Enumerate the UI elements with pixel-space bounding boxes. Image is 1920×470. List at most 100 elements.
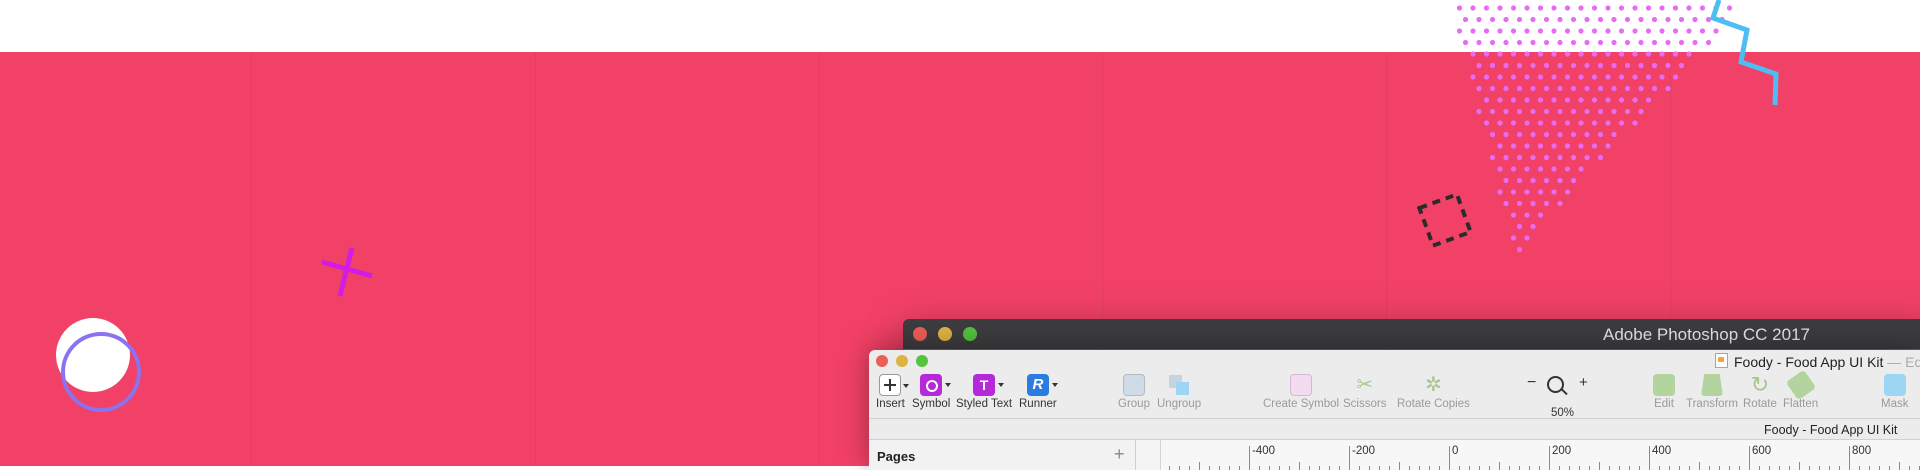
pattern-dot <box>1611 62 1617 69</box>
ruler-minor-tick <box>1669 466 1670 470</box>
pattern-dot <box>1510 28 1517 34</box>
pattern-dot <box>1564 120 1571 126</box>
pattern-dot <box>1578 5 1584 11</box>
pattern-dot <box>1570 62 1577 69</box>
pattern-dot <box>1462 16 1469 23</box>
ruler-minor-tick <box>1719 466 1720 470</box>
pattern-dot <box>1564 97 1571 103</box>
pattern-dot <box>1645 51 1652 57</box>
pattern-dot <box>1624 39 1631 46</box>
pattern-dot <box>1516 177 1523 184</box>
ruler-minor-tick <box>1889 466 1890 470</box>
styled-text-button[interactable]: T Styled Text <box>956 374 1012 410</box>
rotate-copies-icon: ✲ <box>1425 374 1442 396</box>
pattern-dot <box>1557 200 1563 207</box>
group-button[interactable]: Group <box>1118 374 1150 410</box>
pattern-dot <box>1516 85 1523 92</box>
pattern-dot <box>1516 200 1523 207</box>
pattern-dot <box>1516 131 1523 138</box>
pattern-dot <box>1530 62 1536 69</box>
runner-button[interactable]: R Runner <box>1019 374 1058 410</box>
dropdown-arrow-icon <box>945 383 952 387</box>
pattern-dot <box>1651 62 1658 69</box>
ruler-minor-tick <box>1329 466 1330 470</box>
zoom-out-button[interactable]: − <box>1527 374 1536 392</box>
pattern-dot <box>1551 189 1557 195</box>
mask-label: Mask <box>1881 398 1909 410</box>
pattern-dot <box>1510 97 1517 103</box>
create-symbol-button[interactable]: Create Symbol <box>1263 374 1339 410</box>
pattern-dot <box>1665 85 1671 92</box>
pattern-dot <box>1510 212 1517 218</box>
window-title: Adobe Photoshop CC 2017 <box>1603 325 1810 344</box>
zoom-in-button[interactable]: + <box>1579 374 1588 391</box>
edit-button[interactable]: Edit <box>1653 374 1675 410</box>
rotate-button[interactable]: ↻ Rotate <box>1743 374 1777 411</box>
pattern-dot <box>1578 166 1584 172</box>
pattern-dot <box>1570 16 1577 23</box>
magnifier-icon[interactable] <box>1547 376 1564 393</box>
plus-icon <box>879 374 910 396</box>
pattern-dot <box>1510 189 1517 195</box>
runner-icon: R <box>1026 374 1058 396</box>
scissors-button[interactable]: ✂ Scissors <box>1343 374 1386 410</box>
transform-button[interactable]: Transform <box>1686 374 1738 410</box>
dropdown-arrow-icon <box>998 383 1005 387</box>
pattern-dot <box>1584 85 1590 92</box>
pattern-dot <box>1537 97 1544 103</box>
pattern-dot <box>1516 62 1523 69</box>
close-button[interactable] <box>913 327 927 341</box>
pattern-dot <box>1543 39 1550 46</box>
pattern-dot <box>1524 143 1530 149</box>
ruler-label: -200 <box>1352 445 1376 457</box>
close-button[interactable] <box>876 355 888 367</box>
mask-button[interactable]: Mask <box>1881 374 1908 410</box>
pattern-dot <box>1537 189 1544 195</box>
ruler-minor-tick <box>1369 466 1370 470</box>
pattern-dot <box>1557 62 1563 69</box>
zoom-button[interactable] <box>963 327 977 341</box>
ruler-minor-tick <box>1489 466 1490 470</box>
pattern-dot <box>1543 16 1550 23</box>
ruler-major-tick <box>1449 446 1450 470</box>
group-label: Group <box>1118 398 1150 410</box>
insert-button[interactable]: Insert <box>876 374 910 410</box>
cross-shape <box>321 247 373 297</box>
pattern-dot <box>1543 62 1550 69</box>
mask-icon <box>1883 374 1906 396</box>
zoom-button[interactable] <box>916 355 928 367</box>
pattern-dot <box>1551 120 1557 126</box>
pattern-dot <box>1645 74 1652 80</box>
pattern-dot <box>1578 120 1584 126</box>
text-style-icon: T <box>973 374 1005 396</box>
pattern-dot <box>1537 5 1544 11</box>
pattern-dot <box>1584 39 1590 46</box>
pattern-dot <box>1476 108 1482 115</box>
scissors-label: Scissors <box>1343 398 1387 410</box>
symbol-button[interactable]: Symbol <box>912 374 952 410</box>
flatten-button[interactable]: Flatten <box>1783 369 1818 410</box>
ruler-minor-tick <box>1429 466 1430 470</box>
pattern-dot <box>1510 5 1517 11</box>
pattern-dot <box>1665 39 1671 46</box>
pattern-dot <box>1530 154 1536 161</box>
pattern-dot <box>1678 39 1685 46</box>
pattern-dot <box>1584 62 1590 69</box>
pattern-dot <box>1597 108 1604 115</box>
rotate-copies-button[interactable]: ✲ Rotate Copies <box>1397 374 1470 410</box>
ruler-minor-tick <box>1289 466 1290 470</box>
minimize-button[interactable] <box>938 327 952 341</box>
pattern-dot <box>1578 143 1584 149</box>
pattern-dot <box>1530 200 1536 207</box>
ruler-minor-tick <box>1609 466 1610 470</box>
ruler-label: 800 <box>1852 445 1872 457</box>
add-page-button[interactable]: + <box>1114 444 1125 465</box>
ruler-minor-tick <box>1459 466 1460 470</box>
edit-icon <box>1653 374 1675 396</box>
sketch-document-icon <box>1715 353 1728 368</box>
minimize-button[interactable] <box>896 355 908 367</box>
pattern-dot <box>1551 166 1557 172</box>
grid-column-line <box>535 52 536 466</box>
ruler-minor-tick <box>1519 466 1520 470</box>
ungroup-button[interactable]: Ungroup <box>1157 374 1201 410</box>
